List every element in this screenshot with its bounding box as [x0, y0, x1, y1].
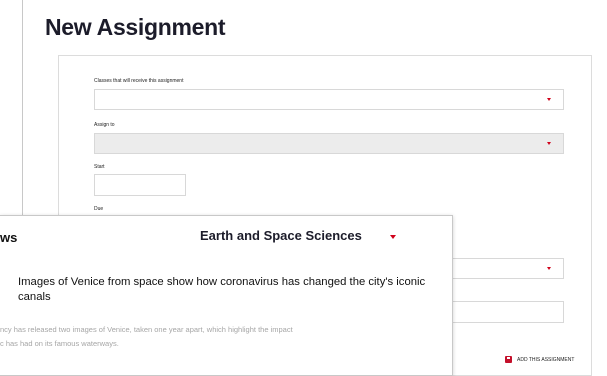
page-title: New Assignment	[45, 14, 226, 40]
category-label: Earth and Space Sciences	[200, 228, 362, 243]
chevron-down-icon	[547, 267, 551, 270]
article-summary: ncy has released two images of Venice, t…	[0, 323, 440, 351]
assign-to-label: Assign to	[94, 122, 115, 128]
news-panel: ws Earth and Space Sciences Images of Ve…	[0, 215, 453, 376]
due-label: Due	[94, 206, 104, 212]
news-heading: ws	[0, 230, 18, 245]
add-assignment-label: ADD THIS ASSIGNMENT	[517, 356, 575, 363]
start-label: Start	[94, 164, 105, 170]
add-assignment-button[interactable]: ADD THIS ASSIGNMENT	[505, 356, 574, 363]
article-title-link[interactable]: Images of Venice from space show how cor…	[18, 275, 438, 305]
classes-select[interactable]	[94, 89, 564, 110]
chevron-down-icon	[547, 142, 551, 145]
start-date-input[interactable]	[94, 174, 186, 196]
assign-to-select[interactable]	[94, 133, 564, 154]
summary-line: c has had on its famous waterways.	[0, 339, 119, 348]
chevron-down-icon	[547, 98, 551, 101]
classes-label: Classes that will receive this assignmen…	[94, 78, 184, 84]
summary-line: ncy has released two images of Venice, t…	[0, 325, 293, 334]
chevron-down-icon	[389, 234, 396, 239]
category-select[interactable]: Earth and Space Sciences	[200, 228, 396, 243]
save-icon	[505, 356, 512, 363]
